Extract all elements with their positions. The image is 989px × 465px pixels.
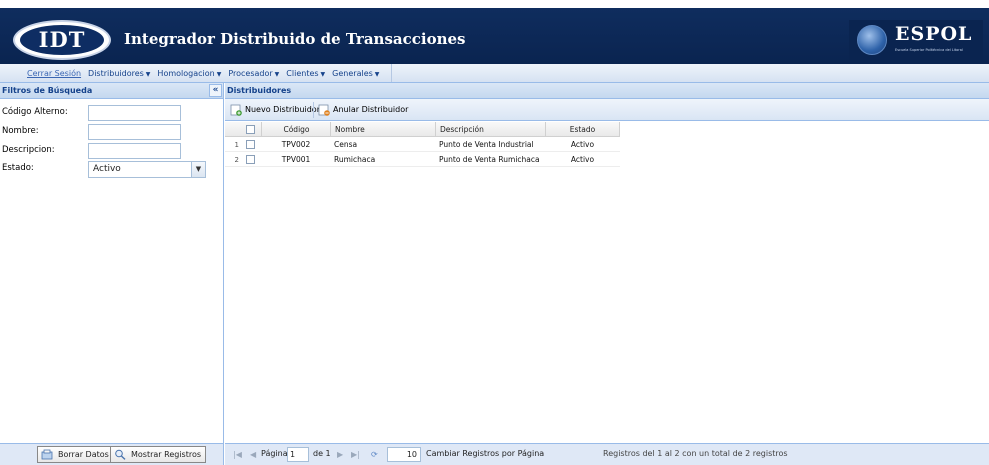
add-document-icon (230, 104, 242, 116)
borrar-datos-button[interactable]: Borrar Datos (37, 446, 114, 463)
menu-label: Homologacion (157, 68, 215, 78)
logout-link[interactable]: Cerrar Sesión (27, 69, 81, 78)
distribuidores-panel: Distribuidores Nuevo Distribuidor Anular… (225, 83, 989, 465)
espol-subtitle: Escuela Superior Politécnica del Litoral (895, 48, 963, 52)
idt-logo: IDT (13, 20, 111, 60)
table-row[interactable]: 2 TPV001 Rumichaca Punto de Venta Rumich… (225, 153, 620, 167)
row-number: 2 (234, 156, 239, 164)
button-label: Mostrar Registros (131, 450, 202, 459)
menu-label: Generales (332, 68, 373, 78)
field-label: Código Alterno: (2, 107, 68, 117)
mostrar-registros-button[interactable]: Mostrar Registros (110, 446, 207, 463)
nuevo-distribuidor-button[interactable]: Nuevo Distribuidor (229, 102, 320, 118)
grid-toolbar: Nuevo Distribuidor Anular Distribuidor (225, 99, 989, 121)
grid-header: Código Nombre Descripción Estado (225, 122, 620, 137)
row-number: 1 (234, 141, 239, 149)
last-page-icon[interactable]: ▶| (351, 450, 360, 459)
app-title: Integrador Distribuido de Transacciones (124, 30, 466, 48)
field-codigo-alterno: Código Alterno: (0, 105, 224, 121)
app-header: IDT Integrador Distribuido de Transaccio… (0, 0, 989, 64)
estado-select[interactable]: Activo ▼ (88, 161, 206, 178)
button-label: Anular Distribuidor (333, 105, 409, 114)
page-label: Página (261, 449, 288, 458)
cell-estado: Activo (570, 155, 595, 164)
next-page-icon[interactable]: ▶ (337, 450, 343, 459)
filter-panel: Filtros de Búsqueda « Código Alterno: No… (0, 83, 224, 465)
chevron-down-icon[interactable]: ▼ (191, 162, 205, 177)
menu-homologacion[interactable]: Homologacion ▼ (157, 69, 221, 78)
grid-pager: |◀ ◀ Página 1 de 1 ▶ ▶| ⟳ 10 Cambiar Reg… (225, 443, 989, 465)
table-row[interactable]: 1 TPV002 Censa Punto de Venta Industrial… (225, 138, 620, 152)
globe-icon (857, 25, 887, 55)
records-summary: Registros del 1 al 2 con un total de 2 r… (603, 449, 788, 458)
column-header-nombre[interactable]: Nombre (330, 122, 435, 137)
chevron-down-icon: ▼ (374, 70, 380, 78)
row-checkbox[interactable] (246, 155, 255, 164)
field-descripcion: Descripcion: (0, 143, 224, 159)
field-label: Descripcion: (2, 145, 55, 155)
cell-descripcion: Punto de Venta Rumichaca (439, 155, 540, 164)
grid-panel-title: Distribuidores (227, 86, 292, 95)
anular-distribuidor-button[interactable]: Anular Distribuidor (317, 102, 408, 118)
chevron-down-icon: ▼ (145, 70, 151, 78)
first-page-icon[interactable]: |◀ (233, 450, 242, 459)
descripcion-input[interactable] (88, 143, 181, 159)
menu-generales[interactable]: Generales ▼ (332, 69, 379, 78)
filter-panel-title: Filtros de Búsqueda (2, 86, 93, 95)
field-label: Nombre: (2, 126, 39, 136)
espol-logo: ESPOL Escuela Superior Politécnica del L… (849, 20, 983, 62)
page-size-label: Cambiar Registros por Página (426, 449, 545, 458)
menu-bar: Cerrar Sesión Distribuidores ▼ Homologaci… (0, 64, 989, 83)
chevron-down-icon: ▼ (320, 70, 326, 78)
menu-distribuidores[interactable]: Distribuidores ▼ (88, 69, 150, 78)
cell-estado: Activo (570, 140, 595, 149)
filter-panel-header: Filtros de Búsqueda « (0, 83, 223, 99)
chevron-down-icon: ▼ (274, 70, 280, 78)
cell-descripcion: Punto de Venta Industrial (439, 140, 534, 149)
estado-value: Activo (93, 164, 121, 174)
field-estado: Estado: Activo ▼ (0, 161, 224, 178)
espol-brand: ESPOL (895, 23, 973, 45)
cell-codigo: TPV001 (281, 155, 311, 164)
menu-label: Distribuidores (88, 68, 144, 78)
menu-label: Clientes (286, 68, 319, 78)
search-icon (115, 449, 126, 460)
field-label: Estado: (2, 163, 34, 173)
codigo-alterno-input[interactable] (88, 105, 181, 121)
menu-procesador[interactable]: Procesador ▼ (228, 69, 279, 78)
button-label: Nuevo Distribuidor (245, 105, 320, 114)
page-total: de 1 (313, 449, 331, 458)
row-checkbox[interactable] (246, 140, 255, 149)
eraser-icon (41, 449, 53, 460)
menu-clientes[interactable]: Clientes ▼ (286, 69, 325, 78)
page-number-input[interactable]: 1 (287, 447, 309, 462)
grid-panel-header: Distribuidores (225, 83, 989, 99)
field-nombre: Nombre: (0, 124, 224, 140)
chevron-down-icon: ▼ (216, 70, 222, 78)
filter-panel-footer: Borrar Datos Mostrar Registros (0, 443, 223, 465)
page-size-input[interactable]: 10 (387, 447, 421, 462)
cell-nombre: Censa (334, 140, 358, 149)
toolbar-divider (313, 102, 314, 118)
refresh-icon[interactable]: ⟳ (371, 450, 378, 459)
collapse-icon[interactable]: « (209, 84, 222, 97)
column-header-estado[interactable]: Estado (545, 122, 620, 137)
menu-label: Procesador (228, 68, 273, 78)
cell-nombre: Rumichaca (334, 155, 376, 164)
nombre-input[interactable] (88, 124, 181, 140)
prev-page-icon[interactable]: ◀ (250, 450, 256, 459)
cell-codigo: TPV002 (281, 140, 311, 149)
idt-logo-text: IDT (20, 25, 104, 55)
column-header-descripcion[interactable]: Descripción (435, 122, 545, 137)
delete-document-icon (318, 104, 330, 116)
button-label: Borrar Datos (58, 450, 109, 459)
column-header-codigo[interactable]: Código (261, 122, 331, 137)
select-all-checkbox[interactable] (246, 125, 255, 134)
